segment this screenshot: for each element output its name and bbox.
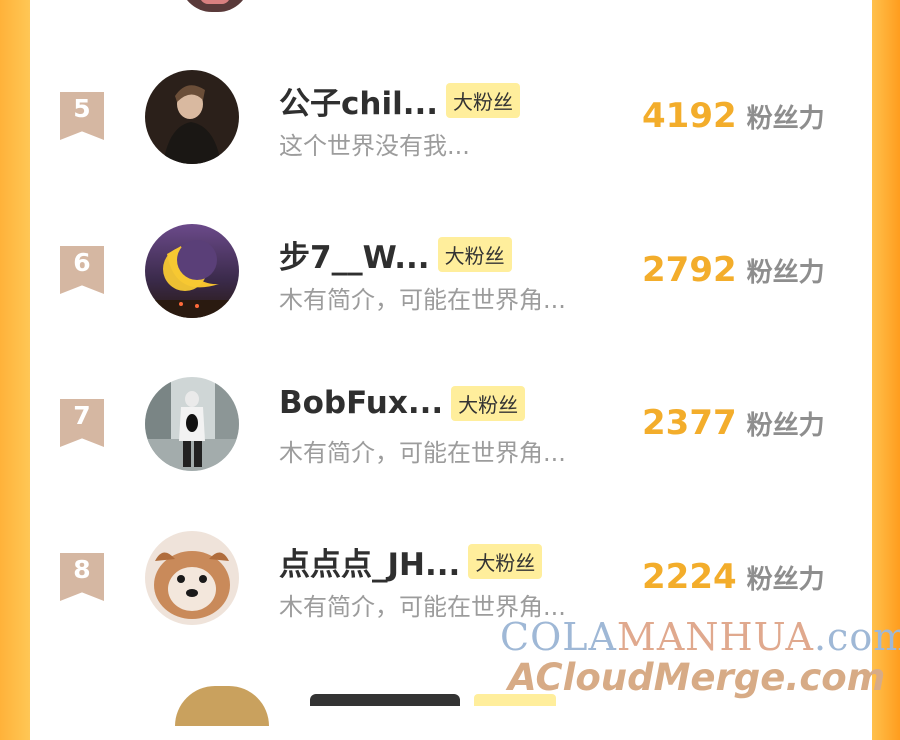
fan-row[interactable]: 6 步7__W... 大粉丝 木有简介，可能在世界角... 2792 粉丝力 (30, 224, 872, 364)
fan-power-value: 2792 (642, 250, 737, 290)
rank-number: 7 (73, 401, 91, 430)
rank-number: 6 (73, 248, 91, 277)
fan-power: 2377 粉丝力 (642, 403, 825, 443)
fan-row[interactable]: 5 公子chil... 大粉丝 这个世界没有我... 4192 粉丝力 (30, 70, 872, 210)
watermark-colamanhua: COLAMANHUA.com (500, 615, 900, 659)
watermark-text: MANHUA (616, 615, 814, 659)
rank-ribbon: 7 (60, 399, 104, 447)
avatar-next-partial[interactable] (175, 686, 269, 726)
fan-power-unit: 粉丝力 (746, 103, 825, 134)
fan-bio: 木有简介，可能在世界角... (279, 439, 566, 467)
avatar-prev-partial[interactable] (180, 0, 250, 12)
big-fan-badge: 大粉丝 (451, 385, 526, 421)
rank-number: 8 (73, 555, 91, 584)
fan-power-unit: 粉丝力 (746, 257, 825, 288)
fan-name[interactable]: 点点点_JH... (279, 547, 460, 583)
rank-ribbon: 8 (60, 553, 104, 601)
watermark-acloudmerge: ACloudMerge.com (508, 656, 886, 699)
rank-ribbon: 6 (60, 246, 104, 294)
fan-power-unit: 粉丝力 (746, 410, 825, 441)
name-next-partial (310, 694, 460, 706)
avatar[interactable] (145, 377, 239, 471)
fan-bio: 木有简介，可能在世界角... (279, 286, 566, 314)
fan-row[interactable]: 7 BobFux... 大粉丝 木有简介，可能在世界角... 2377 粉丝力 (30, 377, 872, 517)
rank-number: 5 (73, 94, 91, 123)
fan-name[interactable]: 公子chil... (279, 86, 438, 122)
fan-name[interactable]: 步7__W... (279, 240, 430, 276)
fan-bio: 这个世界没有我... (279, 132, 470, 160)
fan-name[interactable]: BobFux... (279, 385, 443, 421)
fan-power-value: 2224 (642, 557, 737, 597)
rank-ribbon: 5 (60, 92, 104, 140)
avatar[interactable] (145, 224, 239, 318)
big-fan-badge: 大粉丝 (446, 83, 521, 118)
big-fan-badge: 大粉丝 (468, 544, 543, 579)
avatar[interactable] (145, 531, 239, 625)
big-fan-badge: 大粉丝 (437, 237, 512, 272)
fan-power-unit: 粉丝力 (746, 564, 825, 595)
watermark-text: COLA (500, 615, 617, 659)
watermark-text: .com (813, 615, 900, 659)
fan-power: 2792 粉丝力 (642, 250, 825, 290)
fan-power-value: 2377 (642, 403, 737, 443)
fan-power-value: 4192 (642, 96, 737, 136)
avatar[interactable] (145, 70, 239, 164)
fan-power: 2224 粉丝力 (642, 557, 825, 597)
fan-power: 4192 粉丝力 (642, 96, 825, 136)
